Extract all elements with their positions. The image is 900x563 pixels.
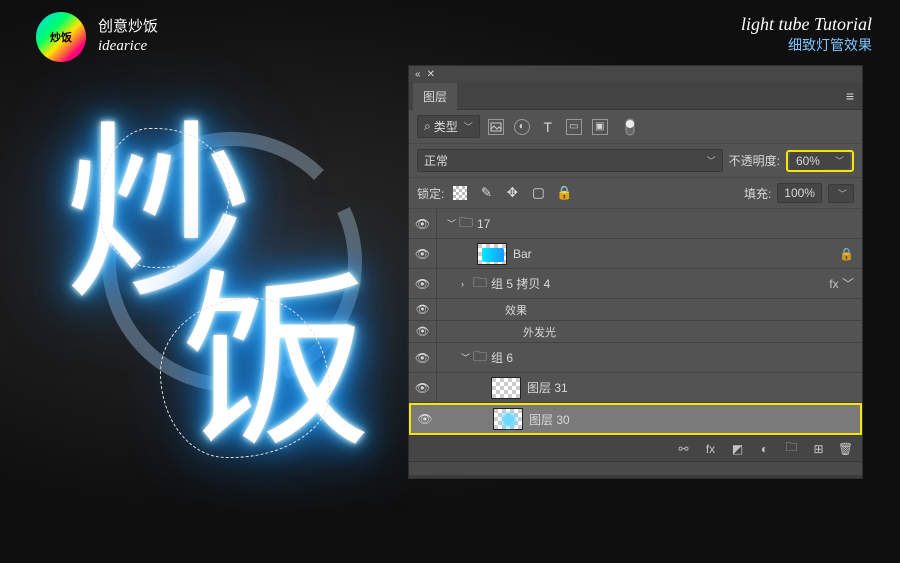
chevron-down-icon: ﹀ bbox=[838, 187, 847, 200]
layer-list: 👁 ﹀ 🗀 17 👁 Bar 🔒 👁 › 🗀 组 5 拷贝 4 fx ﹀ 👁 效… bbox=[409, 209, 862, 435]
filter-shape-icon[interactable]: ▭ bbox=[564, 118, 584, 136]
filter-row: ⌕ 类型 ﹀ ◐ T ▭ ▣ bbox=[409, 110, 862, 144]
new-adjustment-icon[interactable]: ◐ bbox=[756, 440, 773, 457]
layers-panel: « ✕ 图层 ≡ ⌕ 类型 ﹀ ◐ T ▭ ▣ 正常 ﹀ 不透明度: 60% ﹀ bbox=[408, 65, 863, 479]
fill-chevron[interactable]: ﹀ bbox=[828, 184, 854, 203]
lock-transparency-icon[interactable] bbox=[450, 184, 470, 202]
disclosure-closed-icon[interactable]: › bbox=[457, 279, 469, 289]
search-icon: ⌕ bbox=[424, 119, 431, 134]
close-icon[interactable]: ✕ bbox=[427, 69, 435, 80]
layer-label: 组 6 bbox=[491, 349, 862, 366]
brand-name-en: idearice bbox=[98, 37, 158, 57]
visibility-eye-icon[interactable]: 👁 bbox=[415, 351, 430, 365]
layer-30-selected[interactable]: 👁 图层 30 bbox=[409, 403, 862, 435]
lock-all-icon[interactable]: 🔒 bbox=[554, 184, 574, 202]
blend-row: 正常 ﹀ 不透明度: 60% ﹀ bbox=[409, 144, 862, 178]
fill-value: 100% bbox=[784, 186, 815, 200]
visibility-eye-icon[interactable]: 👁 bbox=[415, 247, 430, 261]
folder-icon: 🗀 bbox=[459, 212, 473, 236]
effects-label: 效果 bbox=[505, 302, 862, 318]
delete-layer-icon[interactable]: 🗑 bbox=[837, 440, 854, 457]
fx-badge[interactable]: fx bbox=[829, 277, 838, 291]
lock-brush-icon[interactable]: ✎ bbox=[476, 184, 496, 202]
lock-icon: 🔒 bbox=[839, 247, 862, 261]
brand-name-cn: 创意炒饭 bbox=[98, 18, 158, 38]
canvas-preview[interactable]: 炒 饭 bbox=[60, 88, 400, 468]
filter-toggle-switch[interactable] bbox=[620, 118, 640, 136]
layer-effects-row[interactable]: 👁 效果 bbox=[409, 299, 862, 321]
visibility-eye-icon[interactable]: 👁 bbox=[415, 277, 430, 291]
layer-31[interactable]: 👁 图层 31 bbox=[409, 373, 862, 403]
disclosure-open-icon[interactable]: ﹀ bbox=[443, 217, 455, 230]
lock-artboard-icon[interactable]: ▢ bbox=[528, 184, 548, 202]
panel-grip[interactable] bbox=[409, 475, 862, 478]
visibility-eye-icon[interactable]: 👁 bbox=[416, 303, 430, 316]
layer-label: 组 5 拷贝 4 bbox=[491, 275, 829, 292]
fill-label: 填充: bbox=[744, 185, 771, 202]
chevron-down-icon: ﹀ bbox=[707, 154, 716, 167]
layer-thumbnail bbox=[491, 377, 521, 399]
tutorial-title: light tube Tutorial 细致灯管效果 bbox=[741, 14, 872, 55]
blend-mode-value: 正常 bbox=[424, 152, 448, 169]
layer-outerglow-row[interactable]: 👁 外发光 bbox=[409, 321, 862, 343]
layer-label: 图层 30 bbox=[529, 411, 860, 428]
add-mask-icon[interactable]: ◩ bbox=[729, 440, 746, 457]
brand-logo: 炒饭 bbox=[36, 12, 86, 62]
filter-smart-icon[interactable]: ▣ bbox=[590, 118, 610, 136]
visibility-eye-icon[interactable]: 👁 bbox=[417, 412, 432, 426]
panel-topbar: « ✕ bbox=[409, 66, 862, 82]
layer-label: 17 bbox=[477, 217, 862, 231]
double-chevron-left-icon[interactable]: « bbox=[415, 69, 421, 80]
filter-pixel-icon[interactable] bbox=[486, 118, 506, 136]
brand-block: 炒饭 创意炒饭 idearice bbox=[36, 12, 158, 62]
lock-position-icon[interactable]: ✥ bbox=[502, 184, 522, 202]
new-group-icon[interactable]: 🗀 bbox=[783, 440, 800, 457]
disclosure-open-icon[interactable]: ﹀ bbox=[457, 351, 469, 364]
tutorial-title-cn: 细致灯管效果 bbox=[741, 35, 872, 55]
fill-dropdown[interactable]: 100% bbox=[777, 183, 822, 203]
layer-bar[interactable]: 👁 Bar 🔒 bbox=[409, 239, 862, 269]
opacity-chevron[interactable]: ﹀ bbox=[826, 152, 850, 169]
layer-group5-copy4[interactable]: 👁 › 🗀 组 5 拷贝 4 fx ﹀ bbox=[409, 269, 862, 299]
opacity-value: 60% bbox=[796, 154, 820, 168]
outer-glow-label: 外发光 bbox=[523, 324, 862, 340]
layer-label: Bar bbox=[513, 247, 839, 261]
layer-group6[interactable]: 👁 ﹀ 🗀 组 6 bbox=[409, 343, 862, 373]
add-fx-icon[interactable]: fx bbox=[702, 440, 719, 457]
filter-type-label: 类型 bbox=[434, 118, 458, 135]
filter-type-t-icon[interactable]: T bbox=[538, 118, 558, 136]
folder-icon: 🗀 bbox=[473, 346, 487, 370]
tab-layers[interactable]: 图层 bbox=[413, 83, 457, 110]
lock-label: 锁定: bbox=[417, 185, 444, 202]
layers-footer: ⚯ fx ◩ ◐ 🗀 ⊞ 🗑 bbox=[409, 435, 862, 461]
layer-group-17[interactable]: 👁 ﹀ 🗀 17 bbox=[409, 209, 862, 239]
folder-icon: 🗀 bbox=[473, 272, 487, 296]
new-layer-icon[interactable]: ⊞ bbox=[810, 440, 827, 457]
blend-mode-dropdown[interactable]: 正常 ﹀ bbox=[417, 149, 723, 172]
panel-menu-icon[interactable]: ≡ bbox=[838, 88, 862, 104]
layer-thumbnail bbox=[477, 243, 507, 265]
link-layers-icon[interactable]: ⚯ bbox=[675, 440, 692, 457]
visibility-eye-icon[interactable]: 👁 bbox=[416, 325, 430, 338]
fx-text: fx bbox=[706, 442, 715, 456]
layer-label: 图层 31 bbox=[527, 379, 862, 396]
filter-adjust-icon[interactable]: ◐ bbox=[512, 118, 532, 136]
tutorial-title-en: light tube Tutorial bbox=[741, 14, 872, 35]
panel-resize-bar[interactable] bbox=[409, 461, 862, 475]
visibility-eye-icon[interactable]: 👁 bbox=[415, 381, 430, 395]
marquee-selection bbox=[160, 298, 330, 458]
chevron-down-icon[interactable]: ﹀ bbox=[842, 277, 854, 291]
visibility-eye-icon[interactable]: 👁 bbox=[415, 217, 430, 231]
lock-row: 锁定: ✎ ✥ ▢ 🔒 填充: 100% ﹀ bbox=[409, 178, 862, 209]
chevron-down-icon: ﹀ bbox=[464, 120, 473, 133]
chevron-down-icon: ﹀ bbox=[835, 154, 844, 167]
filter-type-dropdown[interactable]: ⌕ 类型 ﹀ bbox=[417, 115, 480, 138]
layer-thumbnail bbox=[493, 408, 523, 430]
opacity-label: 不透明度: bbox=[729, 152, 780, 169]
opacity-highlight-box: 60% ﹀ bbox=[786, 150, 854, 172]
opacity-dropdown[interactable]: 60% bbox=[790, 152, 826, 170]
